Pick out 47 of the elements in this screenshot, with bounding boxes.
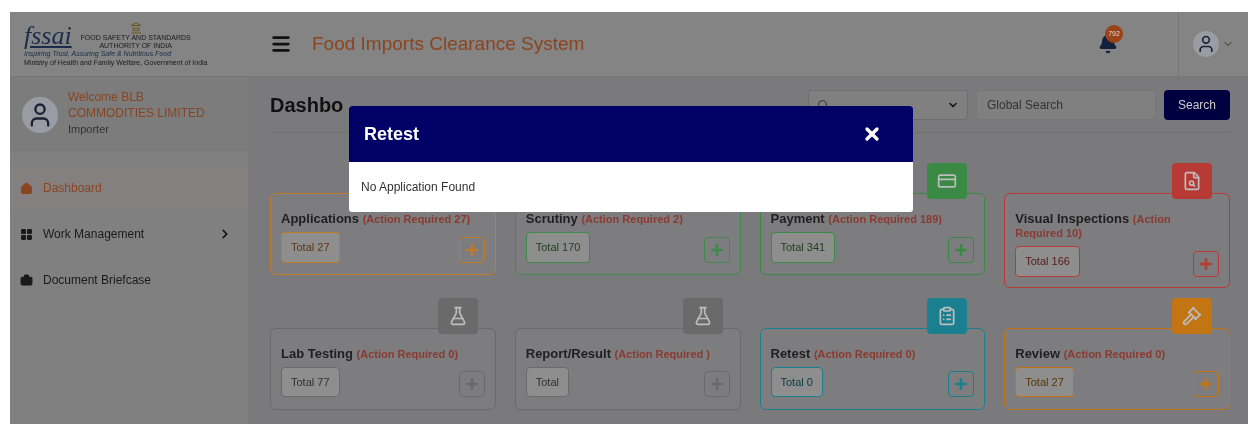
menu-icon[interactable] xyxy=(270,33,292,55)
user-avatar xyxy=(22,97,58,133)
user-role: Importer xyxy=(68,122,110,137)
plus-icon xyxy=(463,241,480,258)
card-title: Lab Testing (Action Required 0) xyxy=(281,346,460,361)
card-title: Scrutiny (Action Required 2) xyxy=(525,212,684,226)
modal-title: Retest xyxy=(364,122,420,146)
total-count: Total 166 xyxy=(1015,246,1080,277)
card-title: Visual Inspections (Action Required 10) xyxy=(1015,212,1172,240)
close-icon[interactable] xyxy=(862,124,882,144)
add-button[interactable] xyxy=(1193,371,1219,397)
plus-icon xyxy=(1198,376,1214,392)
grid-icon xyxy=(20,227,33,241)
total-count: Total 27 xyxy=(1015,366,1074,397)
total-count: Total 0 xyxy=(770,366,823,397)
global-search-field[interactable]: Global Search xyxy=(975,89,1156,120)
add-button[interactable] xyxy=(1193,250,1219,277)
card-title: Applications (Action Required 27) xyxy=(281,212,472,226)
plus-icon xyxy=(708,241,725,258)
modal-message: No Application Found xyxy=(361,179,476,196)
emblem-icon xyxy=(129,21,142,34)
app-title: Food Imports Clearance System xyxy=(312,31,585,56)
page-title: Dashbo xyxy=(270,92,344,118)
welcome-text: Welcome BLB COMMODITIES LIMITED xyxy=(68,89,206,121)
total-count: Total 170 xyxy=(525,232,591,263)
total-count: Total 77 xyxy=(281,366,340,397)
total-count: Total 27 xyxy=(281,232,340,263)
add-button[interactable] xyxy=(458,236,485,263)
plus-icon xyxy=(953,376,970,392)
total-count: Total xyxy=(525,366,569,397)
plus-icon xyxy=(953,241,970,258)
logo-wordmark: fssai xyxy=(24,22,72,49)
total-count: Total 341 xyxy=(770,232,836,263)
sidebar-item[interactable]: Work Management xyxy=(10,211,248,257)
add-button[interactable] xyxy=(948,371,975,397)
briefcase-icon xyxy=(20,273,33,287)
search-button[interactable]: Search xyxy=(1163,89,1230,120)
add-button[interactable] xyxy=(948,236,975,263)
card-title: Report/Result (Action Required ) xyxy=(525,346,711,361)
plus-icon xyxy=(1198,255,1214,272)
card-title: Payment (Action Required 189) xyxy=(770,212,943,226)
card-title: Retest (Action Required 0) xyxy=(770,346,917,361)
avatar[interactable] xyxy=(1193,31,1219,57)
home-icon xyxy=(20,181,33,195)
card-title: Review (Action Required 0) xyxy=(1015,346,1167,361)
add-button[interactable] xyxy=(703,236,730,263)
sidebar-item[interactable]: Document Briefcase xyxy=(10,257,248,303)
